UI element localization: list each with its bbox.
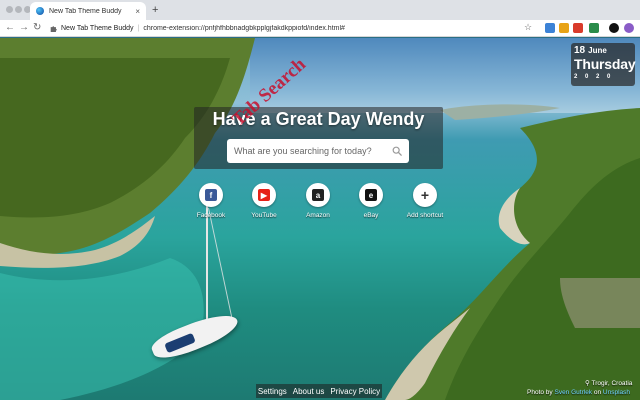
- boat-mast: [206, 206, 208, 328]
- extension-icon-4[interactable]: [589, 23, 599, 33]
- reload-button[interactable]: ↻: [33, 22, 41, 34]
- shortcut-youtube[interactable]: ▶ YouTube: [234, 183, 294, 219]
- address-bar[interactable]: New Tab Theme Buddy | chrome-extension:/…: [50, 22, 540, 35]
- active-tab[interactable]: New Tab Theme Buddy ×: [30, 2, 146, 20]
- unsplash-link[interactable]: Unsplash: [603, 389, 630, 396]
- youtube-icon: ▶: [258, 189, 270, 201]
- shortcut-ebay[interactable]: e eBay: [341, 183, 401, 219]
- shortcut-youtube-tile[interactable]: ▶: [252, 183, 276, 207]
- about-link[interactable]: About us: [293, 387, 325, 396]
- page-name-label: New Tab Theme Buddy: [61, 25, 134, 32]
- back-button[interactable]: ←: [5, 22, 15, 34]
- plus-icon: +: [420, 187, 430, 203]
- shortcut-ebay-tile[interactable]: e: [359, 183, 383, 207]
- tab-close-icon[interactable]: ×: [135, 7, 140, 16]
- new-tab-button[interactable]: +: [152, 3, 158, 17]
- shortcut-amazon-label: Amazon: [306, 212, 330, 219]
- search-box[interactable]: [227, 139, 409, 163]
- date-year: 2 0 2 0: [574, 74, 614, 80]
- credit-middle: on: [593, 389, 602, 396]
- privacy-policy-link[interactable]: Privacy Policy: [330, 387, 380, 396]
- tab-favicon-icon: [36, 7, 44, 15]
- date-day: 18: [574, 45, 586, 56]
- amazon-icon: a: [312, 189, 324, 201]
- shortcut-amazon-tile[interactable]: a: [306, 183, 330, 207]
- browser-toolbar: ← → ↻ New Tab Theme Buddy | chrome-exten…: [0, 20, 640, 37]
- forward-button[interactable]: →: [19, 22, 29, 34]
- credit-prefix: Photo by: [527, 389, 553, 396]
- background-photo: [0, 38, 640, 400]
- add-shortcut-tile[interactable]: +: [413, 183, 437, 207]
- shortcut-amazon[interactable]: a Amazon: [288, 183, 348, 219]
- photo-location: ⚲ Trogir, Croatia: [585, 379, 632, 387]
- extension-icon-2[interactable]: [559, 23, 569, 33]
- ebay-icon: e: [365, 189, 377, 201]
- date-month: June: [588, 46, 607, 55]
- shortcut-add[interactable]: + Add shortcut: [395, 183, 455, 219]
- date-widget: 18 June Thursday 2 0 2 0: [571, 43, 636, 86]
- search-icon[interactable]: [392, 146, 402, 156]
- extension-puzzle-icon: [50, 26, 57, 32]
- extension-icon-5[interactable]: [609, 23, 619, 33]
- landscape-illustration: [0, 38, 640, 400]
- profile-avatar[interactable]: [624, 23, 634, 33]
- window-close-dot[interactable]: [6, 6, 13, 13]
- footer-links: Settings About us Privacy Policy: [256, 384, 382, 398]
- date-weekday: Thursday: [574, 56, 636, 72]
- photo-credit: Photo by Sven Gutrlek on Unsplash: [527, 389, 630, 396]
- location-pin-icon: ⚲: [585, 380, 590, 387]
- window-minimize-dot[interactable]: [15, 6, 22, 13]
- tab-strip: New Tab Theme Buddy × +: [0, 0, 640, 20]
- shortcut-youtube-label: YouTube: [251, 212, 277, 219]
- settings-link[interactable]: Settings: [258, 387, 287, 396]
- address-separator: |: [137, 25, 140, 32]
- shortcut-facebook[interactable]: f Facebook: [181, 183, 241, 219]
- address-url[interactable]: chrome-extension://pnfjhfhbbnadgbkpplgjf…: [143, 25, 345, 32]
- shortcut-facebook-tile[interactable]: f: [199, 183, 223, 207]
- tab-title: New Tab Theme Buddy: [49, 7, 122, 15]
- photographer-link[interactable]: Sven Gutrlek: [554, 389, 592, 396]
- shortcut-facebook-label: Facebook: [196, 212, 226, 219]
- shortcut-ebay-label: eBay: [363, 212, 379, 219]
- search-input[interactable]: [234, 146, 392, 156]
- facebook-icon: f: [205, 189, 217, 201]
- bookmark-star-icon[interactable]: ☆: [524, 22, 532, 33]
- add-shortcut-label: Add shortcut: [406, 212, 444, 219]
- extension-icon-3[interactable]: [573, 23, 583, 33]
- extension-icon-1[interactable]: [545, 23, 555, 33]
- location-text: Trogir, Croatia: [591, 380, 633, 387]
